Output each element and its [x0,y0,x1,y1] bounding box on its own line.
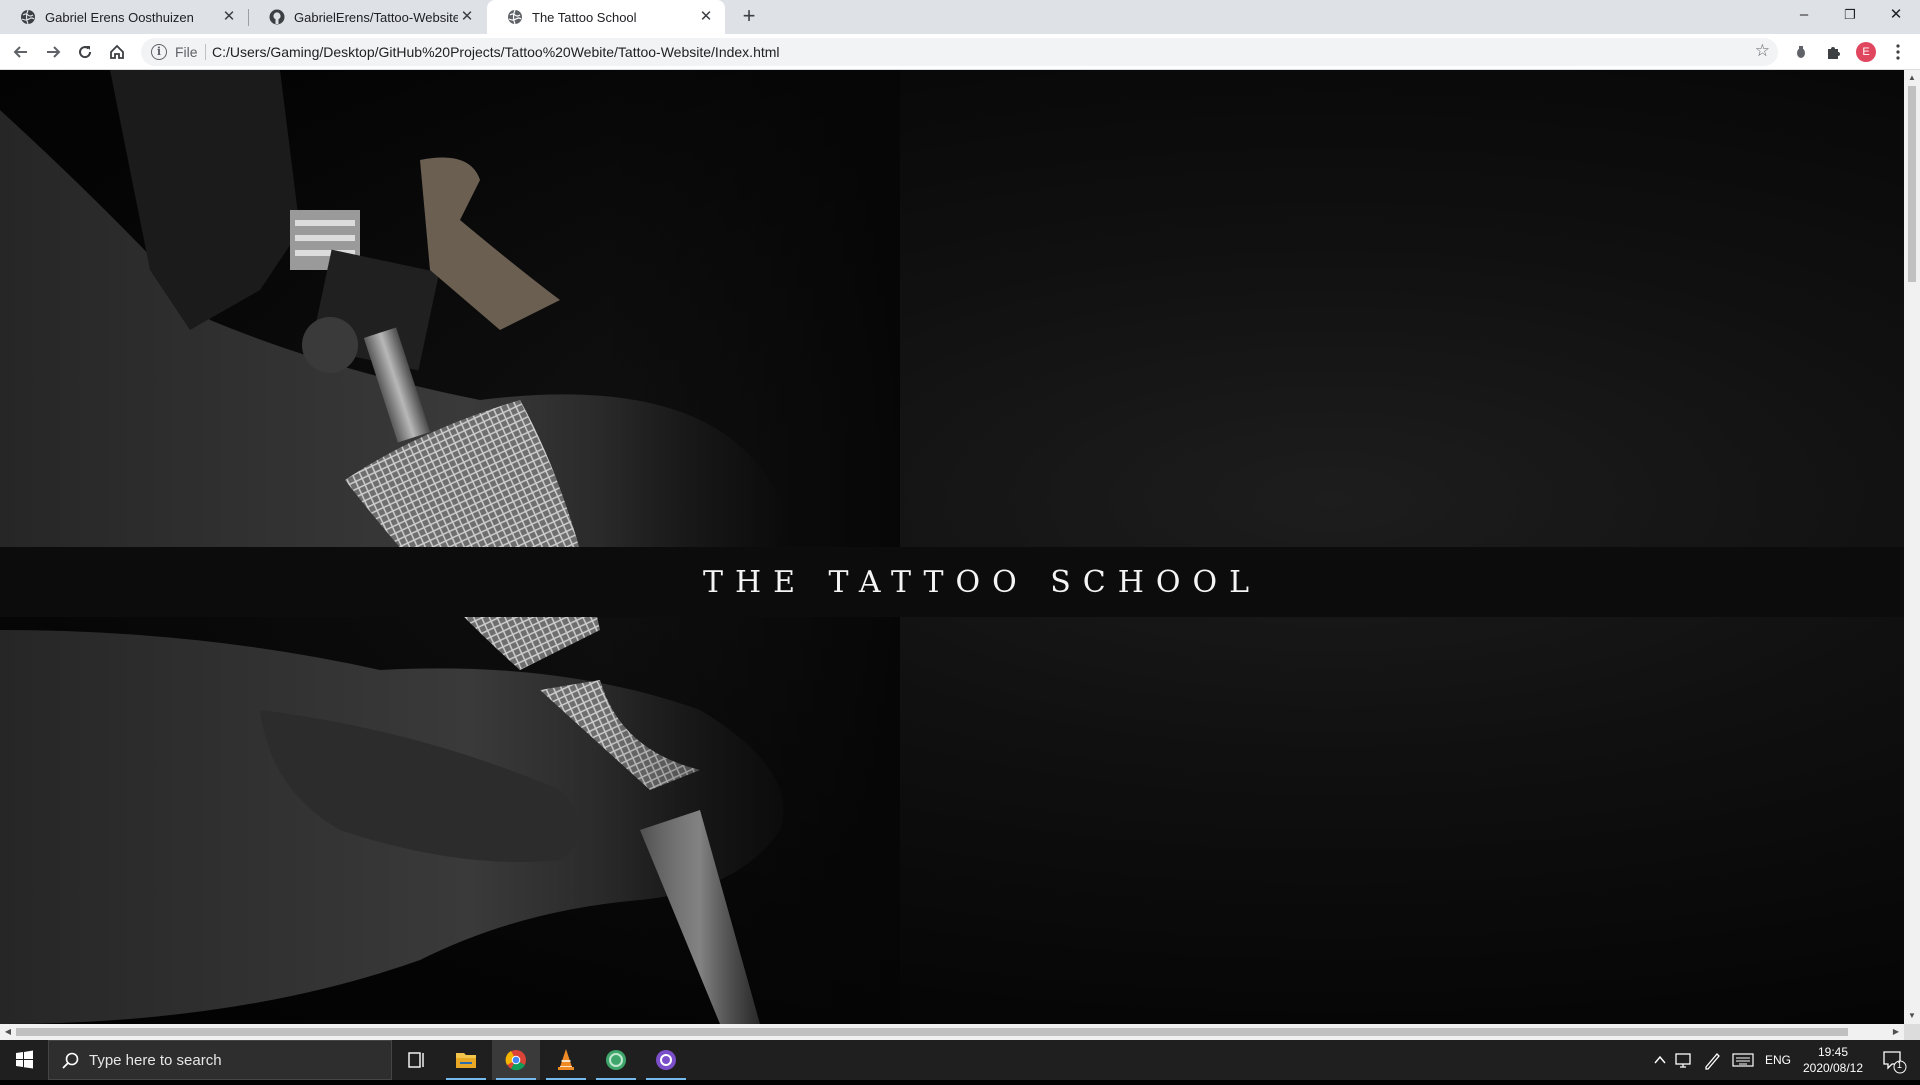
vertical-scrollbar[interactable]: ▲ ▼ [1904,70,1920,1024]
scroll-right-arrow-icon[interactable]: ▶ [1888,1024,1904,1040]
github-icon [269,9,285,25]
page-viewport: THE TATTOO SCHOOL [0,70,1904,1024]
tab-close-icon[interactable]: ✕ [458,8,476,26]
address-divider [205,44,206,60]
minimize-button[interactable]: – [1781,0,1827,30]
pen-workspace-button[interactable] [1700,1040,1724,1080]
chrome-icon [505,1050,526,1071]
windows-taskbar: Type here to search ENG 19:45 2020/08/12 [0,1040,1920,1080]
clock[interactable]: 19:45 2020/08/12 [1793,1044,1873,1076]
vlc-cone-icon [558,1049,574,1070]
home-icon [110,44,124,59]
task-view-icon [408,1052,424,1068]
scroll-up-arrow-icon[interactable]: ▲ [1904,70,1920,86]
tab-title: The Tattoo School [532,9,637,25]
tab-strip: Gabriel Erens Oosthuizen ✕ GabrielErens/… [0,0,1920,34]
start-button[interactable] [0,1040,48,1080]
back-button[interactable] [9,40,33,64]
tab-close-icon[interactable]: ✕ [220,8,238,26]
green-app-icon [606,1050,626,1070]
puzzle-icon [1828,47,1840,59]
horizontal-scroll-thumb[interactable] [16,1028,1848,1036]
globe-icon [21,9,35,25]
arrow-right-icon [47,46,61,58]
horizontal-scrollbar[interactable]: ◀ ▶ [0,1024,1904,1040]
tab-close-icon[interactable]: ✕ [697,8,715,26]
purple-app-icon [656,1050,676,1070]
task-view-button[interactable] [392,1040,440,1080]
kebab-menu-icon [1896,44,1900,60]
folder-icon [456,1053,476,1068]
notification-count-badge: 1 [1897,1060,1903,1070]
purple-app-taskbar-button[interactable] [642,1040,690,1080]
scheme-label: File [175,44,198,60]
search-icon [62,1052,79,1069]
tab-the-tattoo-school[interactable]: The Tattoo School ✕ [487,0,725,34]
keyboard-icon [1732,1053,1754,1067]
title-banner: THE TATTOO SCHOOL [0,547,1904,617]
arrow-left-icon [13,46,27,58]
clock-time: 19:45 [1817,1045,1849,1059]
reload-button[interactable] [73,40,97,64]
tab-github-repo[interactable]: GabrielErens/Tattoo-Website: Mo ✕ [249,0,486,34]
info-icon[interactable]: i [151,44,167,60]
tab-title: GabrielErens/Tattoo-Website: Mo [294,9,458,25]
bookmark-star-icon[interactable]: ☆ [1755,41,1770,61]
action-center-button[interactable]: 1 [1878,1040,1908,1080]
network-icon [1675,1053,1691,1068]
forward-button[interactable] [41,40,65,64]
scroll-down-arrow-icon[interactable]: ▼ [1904,1008,1920,1024]
extension-button[interactable] [1789,40,1813,64]
extension-bug-icon [1797,46,1805,58]
profile-avatar[interactable]: E [1856,42,1876,62]
browser-menu-button[interactable] [1886,40,1910,64]
browser-toolbar: i File C:/Users/Gaming/Desktop/GitHub%20… [0,34,1920,70]
file-explorer-button[interactable] [442,1040,490,1080]
url-text[interactable]: C:/Users/Gaming/Desktop/GitHub%20Project… [212,44,780,60]
home-button[interactable] [105,40,129,64]
scrollbar-corner [1904,1024,1920,1040]
scroll-left-arrow-icon[interactable]: ◀ [0,1024,16,1040]
search-placeholder: Type here to search [89,1052,222,1069]
restore-button[interactable]: ❐ [1827,0,1873,30]
vertical-scroll-thumb[interactable] [1908,86,1916,282]
globe-icon [508,9,522,25]
taskbar-search-box[interactable]: Type here to search [48,1040,392,1080]
tab-title: Gabriel Erens Oosthuizen [45,9,194,25]
pen-icon [1705,1053,1720,1070]
new-tab-button[interactable]: + [736,4,762,30]
windows-logo-icon [16,1050,33,1069]
vlc-taskbar-button[interactable] [542,1040,590,1080]
reload-icon [79,46,92,59]
clock-date: 2020/08/12 [1802,1061,1864,1075]
extensions-menu-button[interactable] [1821,40,1845,64]
page-title: THE TATTOO SCHOOL [702,564,1262,600]
chrome-taskbar-button[interactable] [492,1040,540,1080]
touch-keyboard-button[interactable] [1730,1040,1756,1080]
chevron-up-icon [1654,1055,1666,1064]
address-bar[interactable]: i File C:/Users/Gaming/Desktop/GitHub%20… [141,38,1778,66]
notification-icon [1883,1051,1907,1074]
language-indicator[interactable]: ENG [1765,1040,1791,1080]
tab-gabriel-erens[interactable]: Gabriel Erens Oosthuizen ✕ [0,0,248,34]
close-window-button[interactable]: ✕ [1873,0,1919,30]
network-button[interactable] [1672,1040,1696,1080]
show-hidden-icons-button[interactable] [1650,1040,1670,1080]
green-app-taskbar-button[interactable] [592,1040,640,1080]
